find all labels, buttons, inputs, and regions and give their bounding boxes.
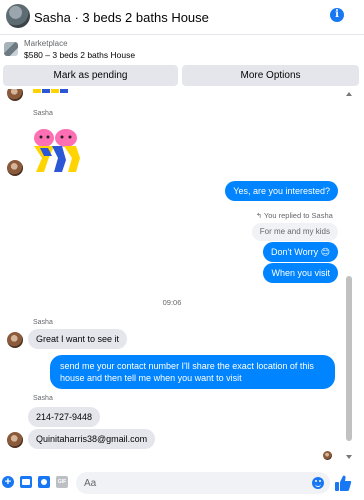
listing-thumbnail[interactable]	[4, 42, 18, 56]
message-outgoing[interactable]: Yes, are you interested?	[225, 181, 338, 201]
sender-avatar	[7, 332, 23, 348]
sticker-icon[interactable]	[38, 476, 50, 488]
sender-avatar	[7, 160, 23, 176]
message-timestamp: 09:06	[162, 298, 182, 307]
marketplace-label: Marketplace	[24, 39, 68, 48]
scrollbar[interactable]	[344, 89, 354, 465]
message-incoming[interactable]: Quinitaharris38@gmail.com	[28, 429, 156, 449]
info-icon[interactable]: i	[330, 8, 344, 22]
photo-icon[interactable]	[20, 476, 32, 488]
message-outgoing[interactable]: Don't Worry 😊	[263, 242, 338, 262]
scroll-down-arrow[interactable]	[346, 455, 352, 459]
quoted-message[interactable]: For me and my kids	[251, 223, 338, 241]
plus-icon[interactable]: +	[2, 476, 14, 488]
sticker-image[interactable]	[28, 128, 86, 174]
message-input[interactable]	[76, 472, 330, 494]
emoji-icon[interactable]	[312, 477, 324, 489]
mark-as-pending-button[interactable]: Mark as pending	[3, 65, 178, 86]
sender-name: Sasha	[33, 395, 53, 402]
scroll-thumb[interactable]	[346, 276, 352, 441]
message-outgoing[interactable]: When you visit	[263, 263, 338, 283]
chat-header: Sasha · 3 beds 2 baths House i	[0, 0, 364, 35]
sticker-partial	[33, 89, 68, 93]
sender-avatar	[7, 432, 23, 448]
message-incoming[interactable]: Great I want to see it	[28, 329, 128, 349]
sender-name: Sasha	[33, 319, 53, 326]
read-receipt-avatar	[323, 451, 332, 460]
sender-avatar	[7, 89, 23, 101]
message-line: send me your contact number I'll share t…	[60, 361, 314, 371]
chat-title[interactable]: Sasha · 3 beds 2 baths House	[34, 10, 209, 25]
message-incoming[interactable]: 214-727-9448	[28, 407, 101, 427]
message-outgoing[interactable]: send me your contact number I'll share t…	[50, 355, 335, 389]
replied-note-text: You replied to Sasha	[263, 211, 333, 220]
listing-avatar[interactable]	[6, 4, 30, 28]
message-thread: Sasha Yes, are you interested? ↰ You repl…	[0, 89, 364, 465]
message-composer: + GIF	[0, 466, 364, 500]
like-icon[interactable]	[334, 474, 352, 492]
replied-note: ↰ You replied to Sasha	[256, 211, 333, 220]
listing-description[interactable]: $580 – 3 beds 2 baths House	[24, 50, 135, 60]
more-options-button[interactable]: More Options	[182, 65, 359, 86]
gif-icon[interactable]: GIF	[56, 476, 68, 488]
reply-icon: ↰	[256, 213, 262, 220]
sender-name: Sasha	[33, 110, 53, 117]
message-line: house and then tell me when you want to …	[60, 373, 242, 383]
scroll-up-arrow[interactable]	[346, 92, 352, 96]
